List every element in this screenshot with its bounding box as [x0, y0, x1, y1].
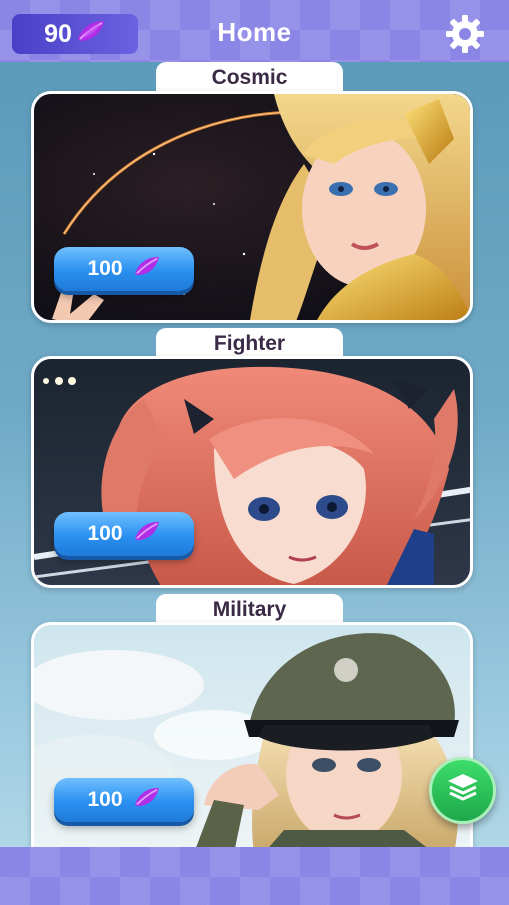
- layers-button[interactable]: [429, 757, 496, 824]
- gear-icon: [445, 14, 485, 59]
- card-cosmic[interactable]: 100: [31, 91, 473, 323]
- card-military[interactable]: 100: [31, 622, 473, 850]
- cosmic-price-button[interactable]: 100: [54, 247, 194, 291]
- top-bar: 90 Home: [0, 0, 509, 62]
- fighter-price-button[interactable]: 100: [54, 512, 194, 556]
- cosmic-price: 100: [87, 257, 123, 280]
- purple-gem-icon: [133, 520, 161, 548]
- layers-icon: [445, 770, 481, 811]
- bottom-bar: [0, 847, 509, 905]
- military-price: 100: [87, 788, 123, 811]
- page-title: Home: [217, 17, 292, 47]
- settings-button[interactable]: [443, 14, 487, 58]
- purple-gem-icon: [133, 255, 161, 283]
- fighter-price: 100: [87, 522, 123, 545]
- purple-gem-icon: [133, 786, 161, 814]
- military-price-button[interactable]: 100: [54, 778, 194, 822]
- card-fighter[interactable]: 100: [31, 356, 473, 588]
